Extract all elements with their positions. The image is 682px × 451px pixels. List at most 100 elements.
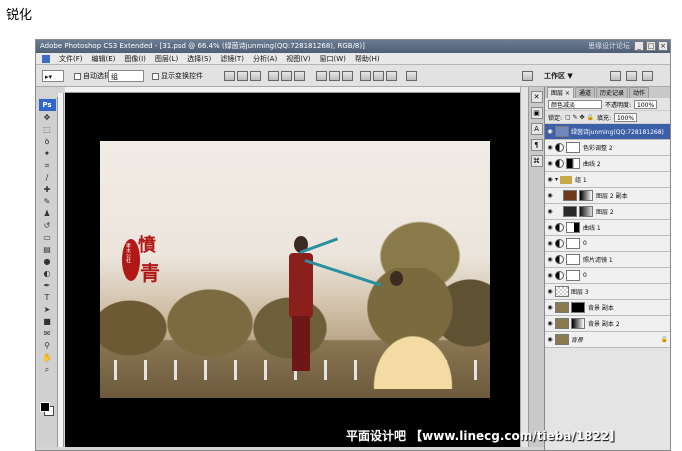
- layer-row[interactable]: ◉ 0: [545, 268, 670, 284]
- auto-select-dropdown[interactable]: 组: [108, 70, 144, 82]
- paragraph-dock-icon[interactable]: ¶: [530, 139, 543, 151]
- lasso-tool-icon[interactable]: ꝺ: [41, 137, 53, 147]
- opacity-input[interactable]: 100%: [634, 99, 658, 109]
- align-right-icon[interactable]: [294, 71, 305, 81]
- layer-row[interactable]: ◉ 曲线 2: [545, 156, 670, 172]
- eye-icon[interactable]: ◉: [545, 176, 555, 183]
- menu-edit[interactable]: 编辑(E): [92, 54, 116, 64]
- minimize-button[interactable]: _: [634, 41, 644, 51]
- menu-window[interactable]: 窗口(W): [319, 54, 345, 64]
- history-brush-tool-icon[interactable]: ↺: [41, 221, 53, 231]
- slice-tool-icon[interactable]: ∕: [41, 173, 53, 183]
- tool-preset-picker[interactable]: ▸▾: [42, 70, 64, 82]
- character-dock-icon[interactable]: A: [530, 123, 543, 135]
- menu-analysis[interactable]: 分析(A): [253, 54, 277, 64]
- distribute-bottom-icon[interactable]: [342, 71, 353, 81]
- layer-group-row[interactable]: ◉ ▾ 组 1: [545, 172, 670, 188]
- auto-align-icon[interactable]: [406, 71, 417, 81]
- path-select-tool-icon[interactable]: ➤: [41, 305, 53, 315]
- gradient-tool-icon[interactable]: ▤: [41, 245, 53, 255]
- layer-row[interactable]: ◉ 照片滤镜 1: [545, 252, 670, 268]
- tool-preset-dock-icon[interactable]: ⌘: [530, 155, 543, 167]
- tab-history[interactable]: 历史记录: [595, 87, 628, 98]
- menu-select[interactable]: 选择(S): [187, 54, 211, 64]
- tab-actions[interactable]: 动作: [628, 87, 649, 98]
- eraser-tool-icon[interactable]: ▭: [41, 233, 53, 243]
- shape-tool-icon[interactable]: ■: [41, 317, 53, 327]
- eye-icon[interactable]: ◉: [545, 192, 555, 199]
- layer-row[interactable]: ◉ 背景 🔒: [545, 332, 670, 348]
- show-transform-checkbox[interactable]: 显示变换控件: [152, 70, 203, 82]
- eye-icon[interactable]: ◉: [545, 272, 555, 279]
- distribute-right-icon[interactable]: [386, 71, 397, 81]
- layer-row[interactable]: ◉ 背景 副本: [545, 300, 670, 316]
- blur-tool-icon[interactable]: ●: [41, 257, 53, 267]
- healing-tool-icon[interactable]: ✚: [41, 185, 53, 195]
- eye-icon[interactable]: ◉: [545, 336, 555, 343]
- marquee-tool-icon[interactable]: ⬚: [41, 125, 53, 135]
- stamp-tool-icon[interactable]: ♟: [41, 209, 53, 219]
- layer-row[interactable]: ◉ 背景 副本 2: [545, 316, 670, 332]
- menu-help[interactable]: 帮助(H): [355, 54, 380, 64]
- eye-icon[interactable]: ◉: [545, 144, 555, 151]
- tab-layers[interactable]: 图层 ×: [547, 87, 574, 98]
- brushes-icon[interactable]: [610, 71, 621, 81]
- tab-channels[interactable]: 通道: [574, 87, 595, 98]
- canvas-scrollbar[interactable]: [520, 87, 528, 447]
- bridge-icon[interactable]: [522, 71, 533, 81]
- zoom-tool-icon[interactable]: ⌕: [41, 365, 53, 375]
- menu-image[interactable]: 图像(I): [124, 54, 146, 64]
- eye-icon[interactable]: ◉: [545, 160, 555, 167]
- eye-icon[interactable]: ◉: [545, 256, 555, 263]
- align-bottom-icon[interactable]: [250, 71, 261, 81]
- lock-icons[interactable]: ▢ ✎ ✥ 🔒: [565, 114, 594, 121]
- info-dock-icon[interactable]: ▣: [530, 107, 543, 119]
- hand-tool-icon[interactable]: ✋: [41, 353, 53, 363]
- crop-tool-icon[interactable]: ⌗: [41, 161, 53, 171]
- blend-mode-select[interactable]: 颜色减淡: [548, 99, 602, 109]
- eyedropper-tool-icon[interactable]: ⚲: [41, 341, 53, 351]
- layer-row[interactable]: ◉ 色彩调整 2: [545, 140, 670, 156]
- align-left-icon[interactable]: [268, 71, 279, 81]
- menu-filter[interactable]: 滤镜(T): [220, 54, 244, 64]
- layer-row[interactable]: ◉ 曲线 1: [545, 220, 670, 236]
- menu-file[interactable]: 文件(F): [59, 54, 83, 64]
- eye-icon[interactable]: ◉: [545, 208, 555, 215]
- eye-icon[interactable]: ◉: [545, 224, 555, 231]
- document-canvas[interactable]: 孝木公社 憤 青: [65, 93, 520, 447]
- brush-tool-icon[interactable]: ✎: [41, 197, 53, 207]
- move-tool-icon[interactable]: ✥: [41, 113, 53, 123]
- type-tool-icon[interactable]: T: [41, 293, 53, 303]
- align-hcenter-icon[interactable]: [281, 71, 292, 81]
- eye-icon[interactable]: ◉: [545, 240, 555, 247]
- presets-icon[interactable]: [626, 71, 637, 81]
- magic-wand-tool-icon[interactable]: ✦: [41, 149, 53, 159]
- distribute-top-icon[interactable]: [316, 71, 327, 81]
- layer-row[interactable]: ◉ 绿茵诗junming(QQ:728181268): [545, 124, 670, 140]
- distribute-left-icon[interactable]: [360, 71, 371, 81]
- eye-icon[interactable]: ◉: [545, 288, 555, 295]
- maximize-button[interactable]: □: [646, 41, 656, 51]
- distribute-vcenter-icon[interactable]: [329, 71, 340, 81]
- eye-icon[interactable]: ◉: [545, 320, 555, 327]
- comps-icon[interactable]: [642, 71, 653, 81]
- workspace-menu[interactable]: 工作区 ▼: [544, 70, 573, 82]
- align-top-icon[interactable]: [224, 71, 235, 81]
- notes-tool-icon[interactable]: ✉: [41, 329, 53, 339]
- layer-row[interactable]: ◉ 图层 2: [545, 204, 670, 220]
- align-vcenter-icon[interactable]: [237, 71, 248, 81]
- menu-layer[interactable]: 图层(L): [155, 54, 178, 64]
- dodge-tool-icon[interactable]: ◐: [41, 269, 53, 279]
- menu-view[interactable]: 视图(V): [286, 54, 310, 64]
- close-button[interactable]: ×: [658, 41, 668, 51]
- eye-icon[interactable]: ◉: [545, 128, 555, 135]
- expand-arrow-icon[interactable]: ▾: [555, 176, 558, 183]
- distribute-hcenter-icon[interactable]: [373, 71, 384, 81]
- pen-tool-icon[interactable]: ✒: [41, 281, 53, 291]
- foreground-color-swatch[interactable]: [40, 402, 50, 412]
- fill-input[interactable]: 100%: [613, 112, 638, 122]
- eye-icon[interactable]: ◉: [545, 304, 555, 311]
- layer-row[interactable]: ◉ 0: [545, 236, 670, 252]
- navigator-dock-icon[interactable]: ✕: [530, 91, 543, 103]
- layer-row[interactable]: ◉ 图层 2 副本: [545, 188, 670, 204]
